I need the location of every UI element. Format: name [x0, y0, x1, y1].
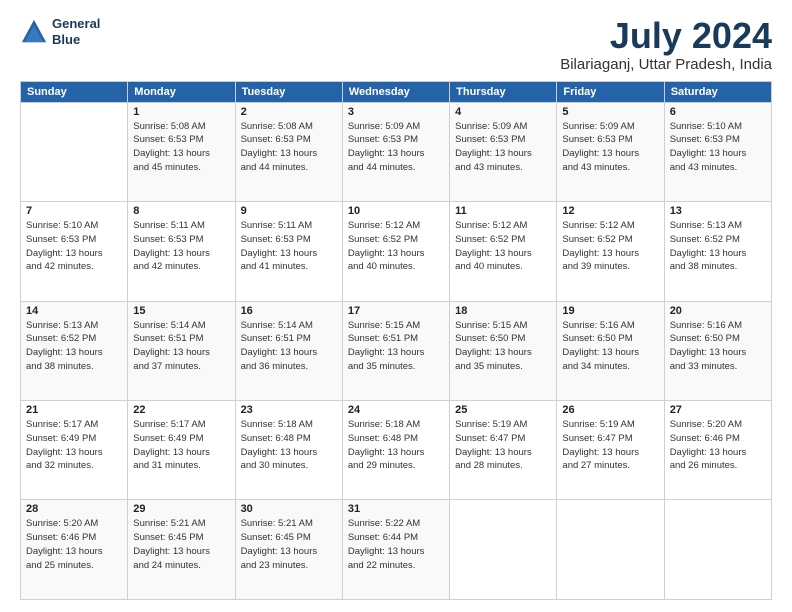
table-row: 25Sunrise: 5:19 AM Sunset: 6:47 PM Dayli…: [450, 401, 557, 500]
table-row: 17Sunrise: 5:15 AM Sunset: 6:51 PM Dayli…: [342, 301, 449, 400]
table-row: 19Sunrise: 5:16 AM Sunset: 6:50 PM Dayli…: [557, 301, 664, 400]
subtitle: Bilariaganj, Uttar Pradesh, India: [560, 56, 772, 73]
calendar-header-row: Sunday Monday Tuesday Wednesday Thursday…: [21, 81, 772, 102]
table-row: 31Sunrise: 5:22 AM Sunset: 6:44 PM Dayli…: [342, 500, 449, 600]
table-row: [21, 102, 128, 201]
page: General Blue July 2024 Bilariaganj, Utta…: [0, 0, 792, 612]
table-row: 6Sunrise: 5:10 AM Sunset: 6:53 PM Daylig…: [664, 102, 771, 201]
col-friday: Friday: [557, 81, 664, 102]
logo: General Blue: [20, 16, 100, 47]
table-row: 1Sunrise: 5:08 AM Sunset: 6:53 PM Daylig…: [128, 102, 235, 201]
table-row: 5Sunrise: 5:09 AM Sunset: 6:53 PM Daylig…: [557, 102, 664, 201]
col-thursday: Thursday: [450, 81, 557, 102]
col-saturday: Saturday: [664, 81, 771, 102]
calendar-week-row: 1Sunrise: 5:08 AM Sunset: 6:53 PM Daylig…: [21, 102, 772, 201]
table-row: 2Sunrise: 5:08 AM Sunset: 6:53 PM Daylig…: [235, 102, 342, 201]
table-row: 21Sunrise: 5:17 AM Sunset: 6:49 PM Dayli…: [21, 401, 128, 500]
table-row: 15Sunrise: 5:14 AM Sunset: 6:51 PM Dayli…: [128, 301, 235, 400]
col-monday: Monday: [128, 81, 235, 102]
table-row: 13Sunrise: 5:13 AM Sunset: 6:52 PM Dayli…: [664, 202, 771, 301]
calendar-week-row: 14Sunrise: 5:13 AM Sunset: 6:52 PM Dayli…: [21, 301, 772, 400]
table-row: 29Sunrise: 5:21 AM Sunset: 6:45 PM Dayli…: [128, 500, 235, 600]
table-row: 28Sunrise: 5:20 AM Sunset: 6:46 PM Dayli…: [21, 500, 128, 600]
table-row: 9Sunrise: 5:11 AM Sunset: 6:53 PM Daylig…: [235, 202, 342, 301]
calendar-week-row: 7Sunrise: 5:10 AM Sunset: 6:53 PM Daylig…: [21, 202, 772, 301]
col-wednesday: Wednesday: [342, 81, 449, 102]
table-row: 23Sunrise: 5:18 AM Sunset: 6:48 PM Dayli…: [235, 401, 342, 500]
calendar-table: Sunday Monday Tuesday Wednesday Thursday…: [20, 81, 772, 600]
logo-icon: [20, 18, 48, 46]
table-row: 24Sunrise: 5:18 AM Sunset: 6:48 PM Dayli…: [342, 401, 449, 500]
table-row: 10Sunrise: 5:12 AM Sunset: 6:52 PM Dayli…: [342, 202, 449, 301]
calendar-week-row: 21Sunrise: 5:17 AM Sunset: 6:49 PM Dayli…: [21, 401, 772, 500]
table-row: 26Sunrise: 5:19 AM Sunset: 6:47 PM Dayli…: [557, 401, 664, 500]
table-row: [557, 500, 664, 600]
table-row: 3Sunrise: 5:09 AM Sunset: 6:53 PM Daylig…: [342, 102, 449, 201]
main-title: July 2024: [560, 16, 772, 56]
table-row: 18Sunrise: 5:15 AM Sunset: 6:50 PM Dayli…: [450, 301, 557, 400]
title-block: July 2024 Bilariaganj, Uttar Pradesh, In…: [560, 16, 772, 73]
calendar-week-row: 28Sunrise: 5:20 AM Sunset: 6:46 PM Dayli…: [21, 500, 772, 600]
table-row: 16Sunrise: 5:14 AM Sunset: 6:51 PM Dayli…: [235, 301, 342, 400]
header: General Blue July 2024 Bilariaganj, Utta…: [20, 16, 772, 73]
col-sunday: Sunday: [21, 81, 128, 102]
table-row: [664, 500, 771, 600]
table-row: 7Sunrise: 5:10 AM Sunset: 6:53 PM Daylig…: [21, 202, 128, 301]
table-row: 8Sunrise: 5:11 AM Sunset: 6:53 PM Daylig…: [128, 202, 235, 301]
table-row: 14Sunrise: 5:13 AM Sunset: 6:52 PM Dayli…: [21, 301, 128, 400]
table-row: [450, 500, 557, 600]
table-row: 22Sunrise: 5:17 AM Sunset: 6:49 PM Dayli…: [128, 401, 235, 500]
table-row: 20Sunrise: 5:16 AM Sunset: 6:50 PM Dayli…: [664, 301, 771, 400]
table-row: 11Sunrise: 5:12 AM Sunset: 6:52 PM Dayli…: [450, 202, 557, 301]
table-row: 4Sunrise: 5:09 AM Sunset: 6:53 PM Daylig…: [450, 102, 557, 201]
table-row: 27Sunrise: 5:20 AM Sunset: 6:46 PM Dayli…: [664, 401, 771, 500]
logo-text: General Blue: [52, 16, 100, 47]
col-tuesday: Tuesday: [235, 81, 342, 102]
table-row: 30Sunrise: 5:21 AM Sunset: 6:45 PM Dayli…: [235, 500, 342, 600]
table-row: 12Sunrise: 5:12 AM Sunset: 6:52 PM Dayli…: [557, 202, 664, 301]
